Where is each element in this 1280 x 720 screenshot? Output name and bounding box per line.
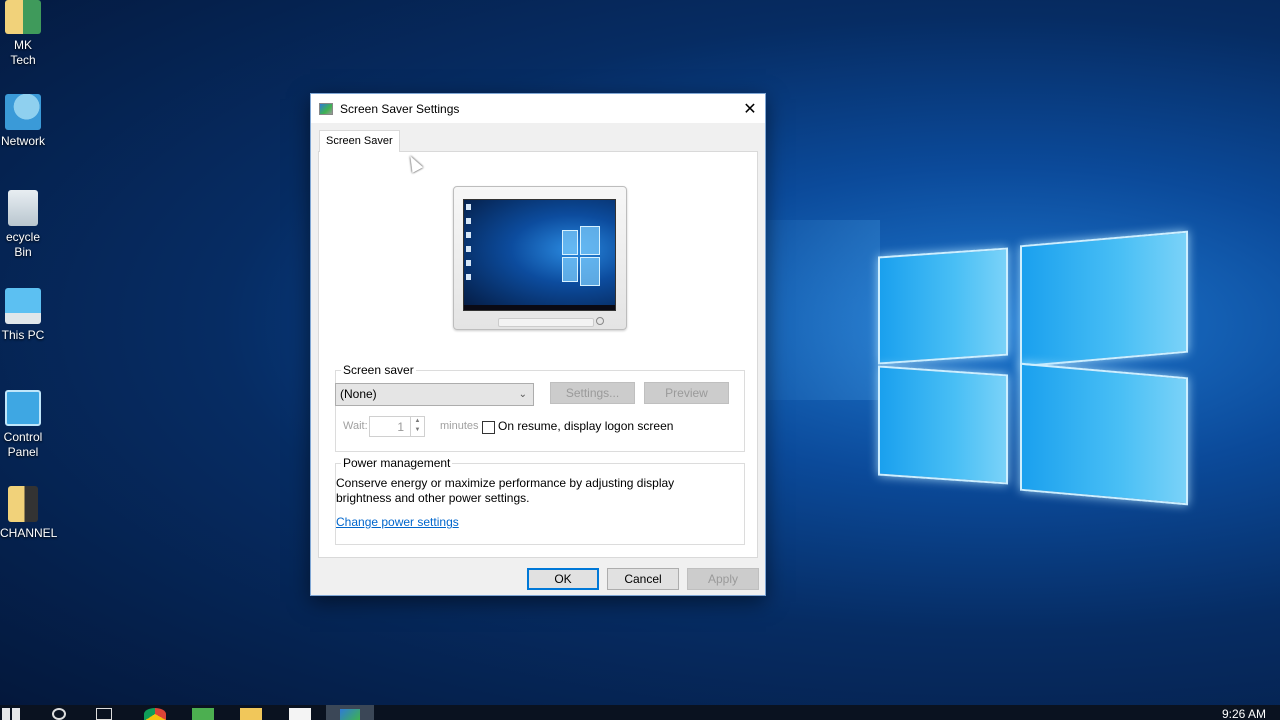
dialog-titlebar[interactable]: Screen Saver Settings ✕ [311,94,765,123]
camtasia-icon[interactable] [192,708,214,720]
taskbar-screen-saver-button[interactable] [326,705,374,720]
computer-icon [5,288,41,324]
desktop-icon-mk-tech[interactable]: MK Tech [0,0,46,68]
apply-button[interactable]: Apply [687,568,759,590]
file-explorer-icon[interactable] [240,708,262,720]
recycle-bin-icon [8,190,38,226]
wait-value: 1 [397,420,404,434]
ok-button[interactable]: OK [527,568,599,590]
spinner-arrows-icon[interactable]: ▲ ▼ [410,417,424,436]
close-icon: ✕ [743,100,757,118]
start-icon[interactable] [2,708,20,720]
taskbar-clock[interactable]: 9:26 AM [1222,707,1266,720]
network-icon [5,94,41,130]
chrome-icon[interactable] [144,708,166,720]
desktop-icon-channel[interactable]: CHANNEL [0,486,57,541]
monitor-power-icon [596,317,604,325]
desktop-icon-network[interactable]: Network [0,94,46,149]
power-management-group-label: Power management [341,456,453,470]
change-power-settings-link[interactable]: Change power settings [336,515,459,529]
taskbar: 9:26 AM [0,705,1280,720]
cancel-button[interactable]: Cancel [607,568,679,590]
desktop-icon-this-pc[interactable]: This PC [0,288,46,343]
preview-screen [463,199,616,311]
task-view-icon[interactable] [96,708,112,720]
preview-button[interactable]: Preview [644,382,729,404]
music-folder-icon [8,486,38,522]
control-panel-icon [5,390,41,426]
settings-button[interactable]: Settings... [550,382,635,404]
monitor-preview [453,186,627,330]
screen-saver-selected: (None) [340,387,377,401]
power-management-description: Conserve energy or maximize performance … [336,476,675,505]
screen-saver-settings-icon [340,709,360,720]
user-folder-icon [5,0,41,34]
wait-minutes-stepper[interactable]: 1 ▲ ▼ [369,416,425,437]
dialog-title: Screen Saver Settings [340,101,460,116]
screen-saver-dropdown[interactable]: (None) ⌄ [335,383,534,406]
search-icon[interactable] [52,708,66,720]
screen-saver-settings-dialog: Screen Saver Settings ✕ Screen Saver Scr… [310,93,766,596]
wait-label: Wait: [343,420,368,432]
wallpaper-windows-logo [710,200,1200,540]
desktop-icon-control-panel[interactable]: Control Panel [0,390,46,460]
desktop-icon-recycle-bin[interactable]: ecycle Bin [0,190,46,260]
screen-saver-group-label: Screen saver [341,363,416,377]
camtasia-recorder-icon[interactable] [289,708,311,720]
minutes-label: minutes [440,420,479,432]
logon-screen-checkbox[interactable] [482,421,495,434]
screen-saver-app-icon [319,102,333,115]
chevron-down-icon: ⌄ [518,389,527,400]
logon-screen-checkbox-label[interactable]: On resume, display logon screen [498,419,673,433]
close-button[interactable]: ✕ [735,94,765,123]
tab-screen-saver[interactable]: Screen Saver [319,130,400,152]
